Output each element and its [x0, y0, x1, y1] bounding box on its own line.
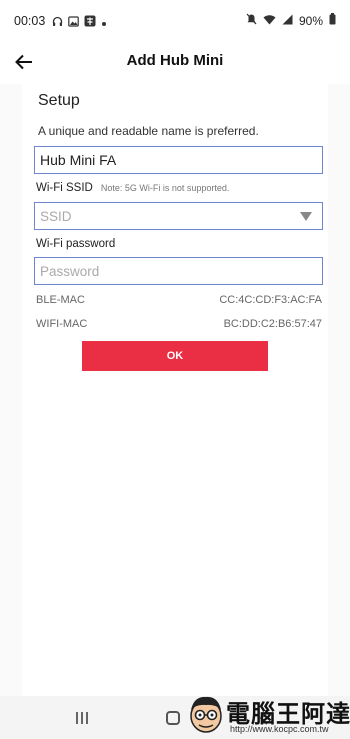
mascot-logo-icon: [190, 696, 222, 733]
app-bar: Add Hub Mini: [0, 40, 350, 84]
wifi-mac-value: BC:DD:C2:B6:57:47: [223, 318, 322, 330]
dropdown-arrow-icon: [300, 212, 312, 221]
setup-form: Setup A unique and readable name is pref…: [22, 84, 328, 696]
app-icon: [84, 14, 96, 32]
ok-button[interactable]: OK: [82, 341, 268, 371]
section-title: Setup: [38, 92, 80, 109]
image-icon: [68, 14, 79, 32]
battery-icon: [329, 13, 336, 28]
name-hint: A unique and readable name is preferred.: [38, 124, 259, 138]
status-bar: 00:03 90%: [0, 0, 350, 40]
headset-icon: [52, 14, 63, 32]
ssid-dropdown[interactable]: SSID: [34, 202, 323, 230]
dot-icon: [101, 14, 107, 32]
ssid-placeholder: SSID: [40, 209, 72, 224]
battery-percent: 90%: [298, 13, 323, 28]
ble-mac-label: BLE-MAC: [36, 294, 85, 306]
status-time: 00:03: [14, 14, 46, 28]
page-title: Add Hub Mini: [126, 52, 224, 69]
watermark-url: http://www.kocpc.com.tw: [230, 724, 329, 734]
ble-mac-row: BLE-MAC CC:4C:CD:F3:AC:FA: [36, 294, 322, 306]
status-left-icons: [52, 14, 107, 32]
recents-button[interactable]: [76, 712, 90, 724]
wifi-icon: [263, 14, 276, 28]
wifi-mac-label: WIFI-MAC: [36, 318, 88, 330]
home-button[interactable]: [166, 711, 180, 725]
status-right-icons: 90%: [246, 13, 336, 28]
wifi-mac-row: WIFI-MAC BC:DD:C2:B6:57:47: [36, 318, 322, 330]
signal-icon: [282, 14, 293, 28]
mute-icon: [246, 13, 257, 28]
ble-mac-value: CC:4C:CD:F3:AC:FA: [219, 294, 322, 306]
ssid-label-row: Wi-Fi SSID Note: 5G Wi-Fi is not support…: [36, 182, 229, 194]
ssid-note: Note: 5G Wi-Fi is not supported.: [100, 183, 230, 193]
password-label: Wi-Fi password: [36, 238, 116, 250]
ssid-label: Wi-Fi SSID: [36, 182, 93, 194]
password-input[interactable]: [34, 257, 323, 285]
watermark: 電腦王阿達 http://www.kocpc.com.tw: [186, 690, 350, 739]
device-name-input[interactable]: [34, 146, 323, 174]
